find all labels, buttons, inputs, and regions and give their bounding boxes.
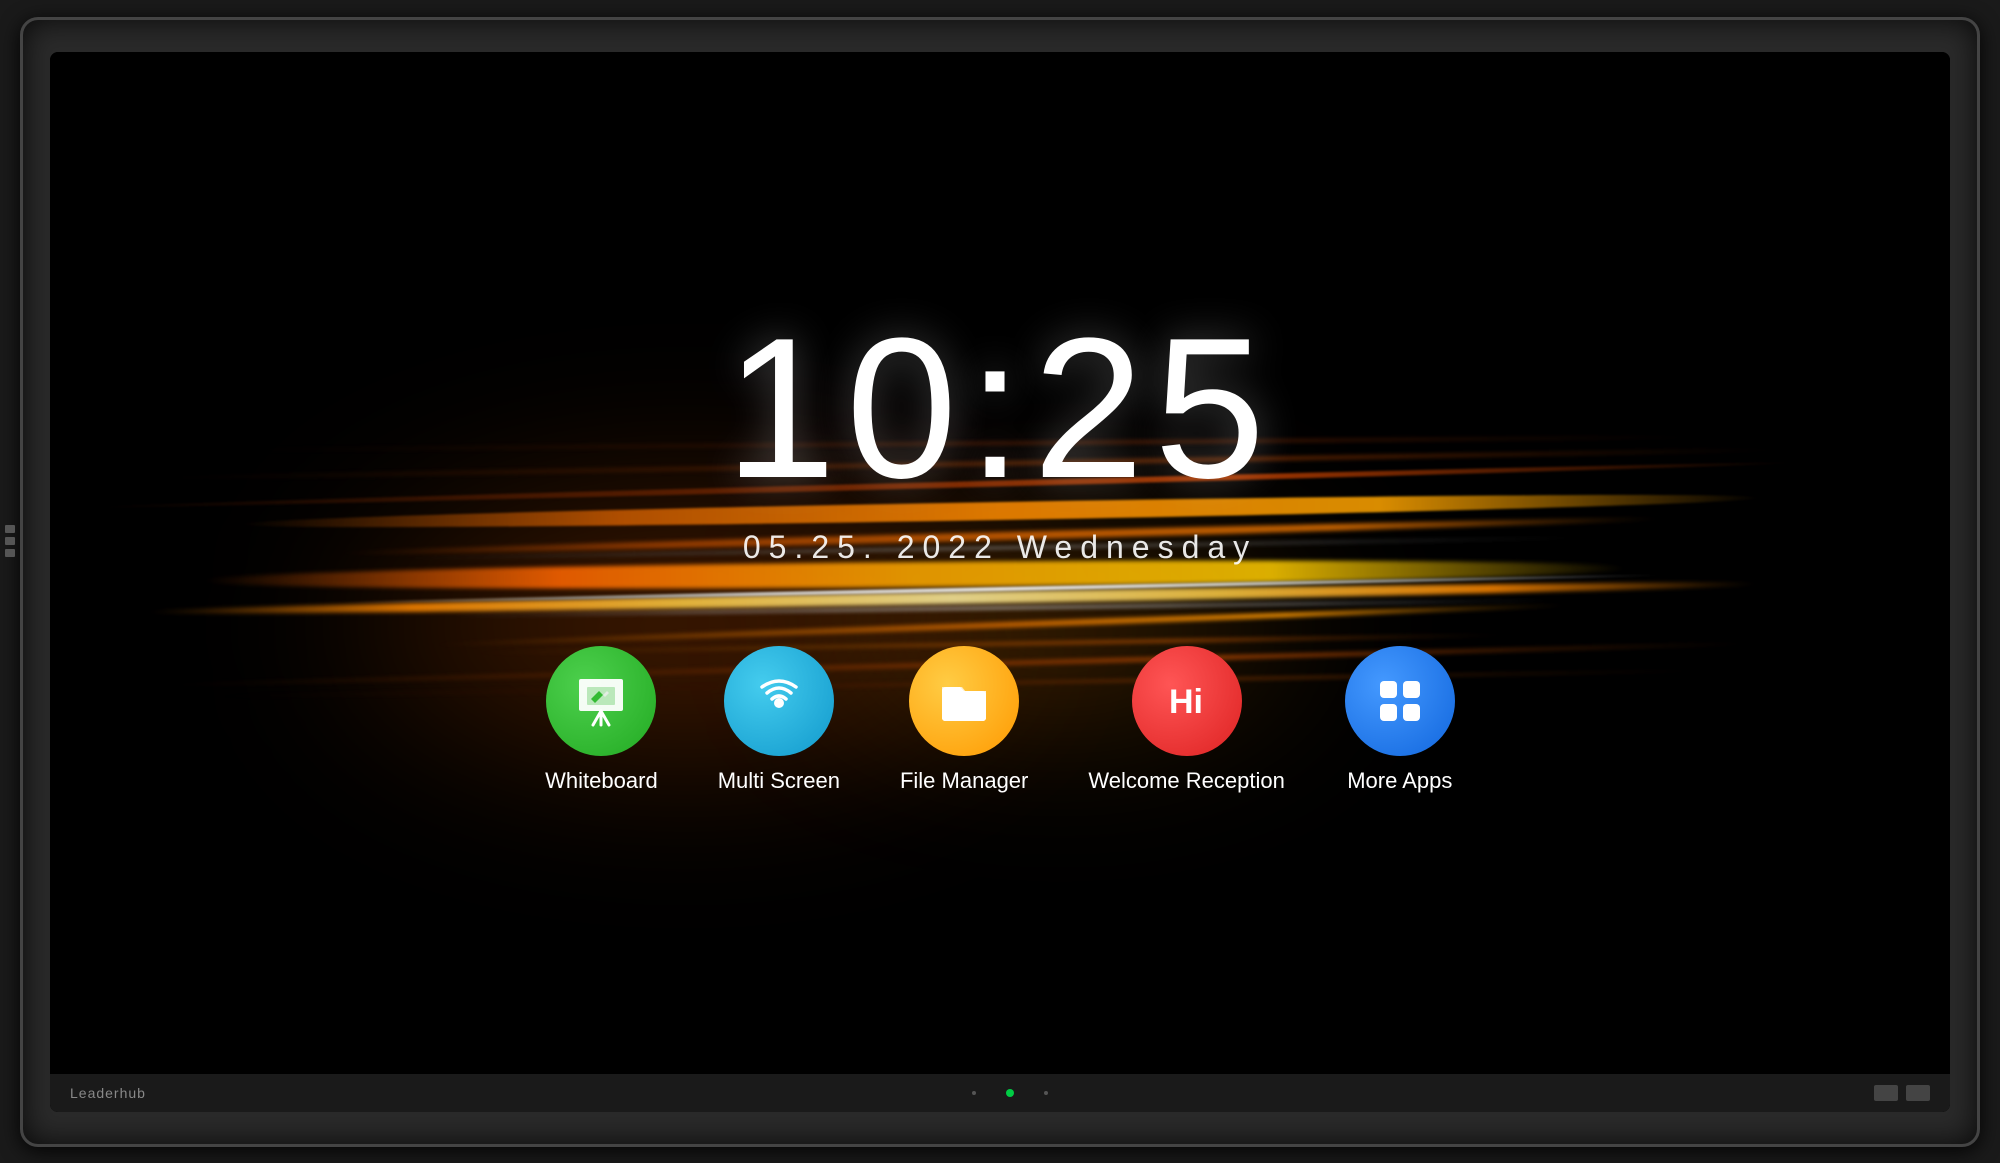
clock-time: 10:25: [725, 309, 1276, 509]
welcome-svg: Hi: [1157, 671, 1217, 731]
moreapps-icon[interactable]: [1345, 646, 1455, 756]
welcome-label: Welcome Reception: [1088, 768, 1284, 794]
welcome-icon[interactable]: Hi: [1132, 646, 1242, 756]
multiscreen-icon[interactable]: [724, 646, 834, 756]
filemanager-label: File Manager: [900, 768, 1028, 794]
whiteboard-label: Whiteboard: [545, 768, 658, 794]
monitor-bezel: 10:25 05.25. 2022 Wednesday: [50, 52, 1950, 1112]
side-button-3[interactable]: [5, 549, 15, 557]
app-moreapps[interactable]: More Apps: [1345, 646, 1455, 794]
svg-text:Hi: Hi: [1169, 683, 1203, 721]
app-filemanager[interactable]: File Manager: [900, 646, 1028, 794]
screen-content: 10:25 05.25. 2022 Wednesday: [50, 52, 1950, 1112]
moreapps-label: More Apps: [1347, 768, 1452, 794]
side-button-2[interactable]: [5, 537, 15, 545]
clock-date: 05.25. 2022 Wednesday: [743, 529, 1257, 566]
whiteboard-svg: [571, 671, 631, 731]
filemanager-icon[interactable]: [909, 646, 1019, 756]
side-buttons[interactable]: [5, 525, 15, 557]
multiscreen-label: Multi Screen: [718, 768, 840, 794]
apps-row: Whiteboard Multi Screen: [545, 646, 1455, 794]
whiteboard-icon[interactable]: [546, 646, 656, 756]
side-button-1[interactable]: [5, 525, 15, 533]
app-multiscreen[interactable]: Multi Screen: [718, 646, 840, 794]
filemanager-svg: [934, 671, 994, 731]
app-whiteboard[interactable]: Whiteboard: [545, 646, 658, 794]
multiscreen-svg: [749, 671, 809, 731]
monitor-outer: 10:25 05.25. 2022 Wednesday: [20, 17, 1980, 1147]
app-welcome[interactable]: Hi Welcome Reception: [1088, 646, 1284, 794]
moreapps-svg: [1370, 671, 1430, 731]
